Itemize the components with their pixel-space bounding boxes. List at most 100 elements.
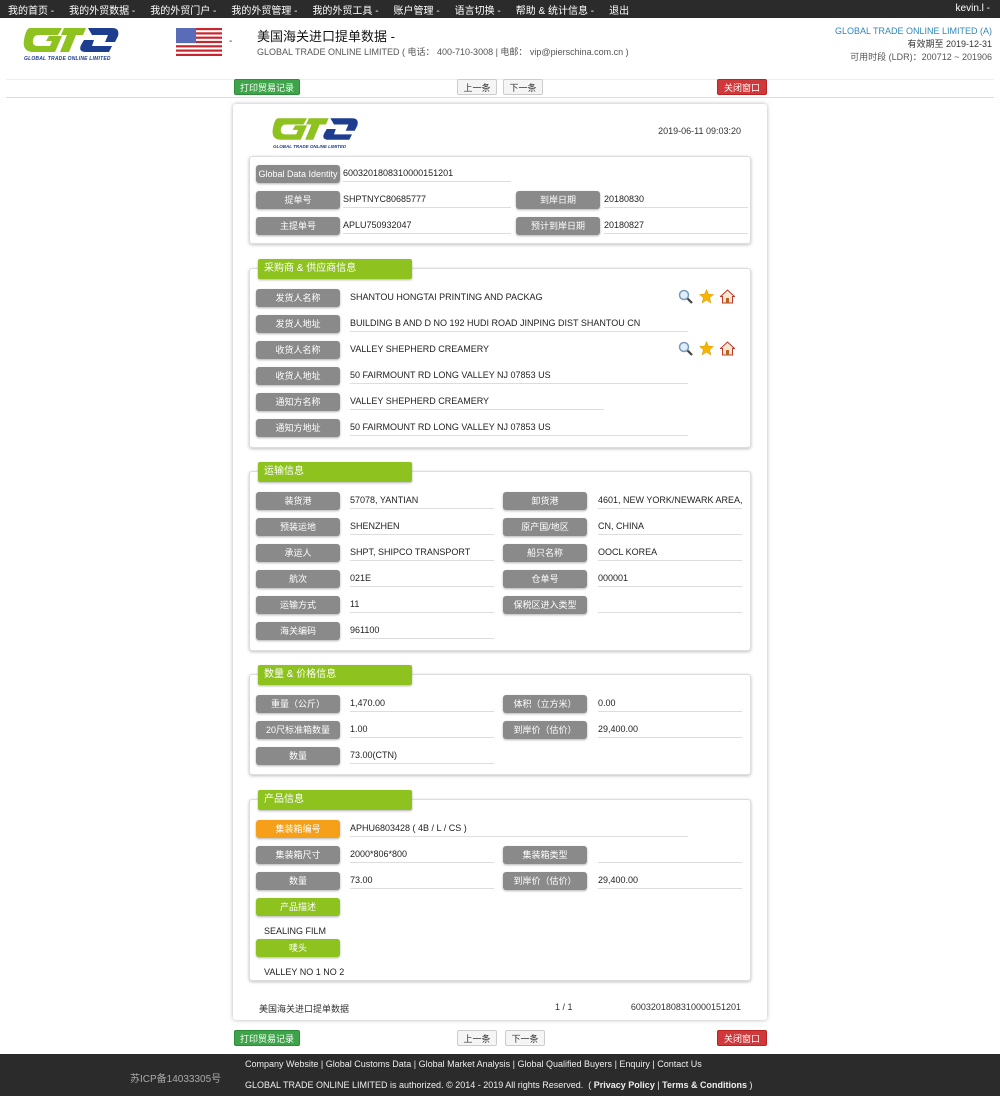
notify-name-label: 通知方名称 <box>256 393 340 411</box>
master-bol-label: 主提单号 <box>256 217 340 235</box>
product-description-label: 产品描述 <box>256 898 340 916</box>
product-qty-label: 数量 <box>256 872 340 890</box>
footer-link-market-analysis[interactable]: Global Market Analysis <box>419 1059 511 1069</box>
copyright: GLOBAL TRADE ONLINE LIMITED is authorize… <box>245 1080 753 1090</box>
terms-link[interactable]: Terms & Conditions <box>662 1080 747 1090</box>
bol-label: 提单号 <box>256 191 340 209</box>
customs-code-label: 海关编码 <box>256 622 340 640</box>
notify-address-value: 50 FAIRMOUNT RD LONG VALLEY NJ 07853 US <box>350 420 688 436</box>
origin-country-label: 原产国/地区 <box>503 518 587 536</box>
container-no-label: 集装箱编号 <box>256 820 340 838</box>
nav-logout[interactable]: 退出 <box>609 2 629 17</box>
cif-value-value: 29,400.00 <box>598 722 742 738</box>
consignee-name-label: 收货人名称 <box>256 341 340 359</box>
bol-value: SHPTNYC80685777 <box>343 192 511 208</box>
carrier-value: SHPT, SHIPCO TRANSPORT <box>350 545 494 561</box>
us-flag-icon[interactable] <box>176 28 222 56</box>
transport-panel: 运输信息 装货港 57078, YANTIAN 预装运地 SHENZHEN 承运… <box>249 462 751 651</box>
doc-logo-text: GLOBAL TRADE ONLINE LIMITED <box>273 144 347 149</box>
weight-label: 重量（公斤） <box>256 695 340 713</box>
nav-trade-data[interactable]: 我的外贸数据 - <box>69 2 135 17</box>
footer-link-customs-data[interactable]: Global Customs Data <box>326 1059 412 1069</box>
bonded-entry-type-value <box>598 597 742 613</box>
user-menu[interactable]: kevin.l - <box>956 3 990 14</box>
search-icon[interactable] <box>678 341 693 356</box>
page-title[interactable]: 美国海关进口提单数据 - <box>257 26 395 45</box>
gdi-label: Global Data Identity <box>256 165 340 183</box>
identity-panel: Global Data Identity 6003201808310000151… <box>249 156 751 244</box>
privacy-policy-link[interactable]: Privacy Policy <box>594 1080 655 1090</box>
gto-logo[interactable]: GLOBAL TRADE ONLINE LIMITED <box>22 24 122 64</box>
bill-of-lading-document: GLOBAL TRADE ONLINE LIMITED 2019-06-11 0… <box>233 104 767 1020</box>
doc-footer-id: 6003201808310000151201 <box>630 1002 741 1012</box>
doc-footer-title: 美国海关进口提单数据 <box>259 1004 350 1014</box>
marks-value: VALLEY NO 1 NO 2 <box>264 967 345 977</box>
consignee-name-value: VALLEY SHEPHERD CREAMERY <box>350 344 490 354</box>
quantity-value: 73.00(CTN) <box>350 748 494 764</box>
discharge-port-label: 卸货港 <box>503 492 587 510</box>
voyage-label: 航次 <box>256 570 340 588</box>
notify-address-label: 通知方地址 <box>256 419 340 437</box>
icp-number: 苏ICP备14033305号 <box>130 1074 222 1085</box>
footer-link-company-website[interactable]: Company Website <box>245 1059 318 1069</box>
nav-home[interactable]: 我的首页 - <box>8 2 54 17</box>
copyright-text: GLOBAL TRADE ONLINE LIMITED is authorize… <box>245 1080 584 1090</box>
company-contact: GLOBAL TRADE ONLINE LIMITED ( 电话： 400-71… <box>257 47 629 57</box>
home-icon[interactable] <box>719 341 736 356</box>
parties-section-tab: 采购商 & 供应商信息 <box>258 259 412 279</box>
next-record-button-bottom[interactable]: 下一条 <box>505 1030 545 1046</box>
print-record-button-bottom[interactable]: 打印贸易记录 <box>234 1030 300 1046</box>
carrier-label: 承运人 <box>256 544 340 562</box>
shipper-address-label: 发货人地址 <box>256 315 340 333</box>
header: GLOBAL TRADE ONLINE LIMITED - 美国海关进口提单数据… <box>6 18 994 80</box>
star-icon[interactable] <box>698 288 715 304</box>
prev-record-button-bottom[interactable]: 上一条 <box>457 1030 497 1046</box>
nav-trade-portal[interactable]: 我的外贸门户 - <box>150 2 216 17</box>
voyage-value: 021E <box>350 571 494 587</box>
nav-trade-management[interactable]: 我的外贸管理 - <box>231 2 297 17</box>
footer-link-enquiry[interactable]: Enquiry <box>619 1059 650 1069</box>
product-price-label: 到岸价（估价） <box>503 872 587 890</box>
volume-value: 0.00 <box>598 696 742 712</box>
loading-port-label: 装货港 <box>256 492 340 510</box>
teu-label: 20尺标准箱数量 <box>256 721 340 739</box>
nav-account[interactable]: 账户管理 - <box>394 2 440 17</box>
footer-link-qualified-buyers[interactable]: Global Qualified Buyers <box>518 1059 613 1069</box>
divider <box>6 97 994 98</box>
product-qty-value: 73.00 <box>350 873 494 889</box>
pre-carriage-value: SHENZHEN <box>350 519 494 535</box>
logo-text: GLOBAL TRADE ONLINE LIMITED <box>24 56 111 62</box>
doc-page-indicator: 1 / 1 <box>555 1002 573 1012</box>
close-window-button-bottom[interactable]: 关闭窗口 <box>717 1030 767 1046</box>
arrival-date-value: 20180830 <box>604 192 748 208</box>
shipper-name-value: SHANTOU HONGTAI PRINTING AND PACKAG <box>350 292 543 302</box>
close-window-button[interactable]: 关闭窗口 <box>717 79 767 95</box>
pre-carriage-label: 预装运地 <box>256 518 340 536</box>
footer-link-contact-us[interactable]: Contact Us <box>657 1059 702 1069</box>
vessel-name-label: 船只名称 <box>503 544 587 562</box>
container-type-label: 集装箱类型 <box>503 846 587 864</box>
search-icon[interactable] <box>678 289 693 304</box>
nav-language[interactable]: 语言切换 - <box>455 2 501 17</box>
ldr-range: 可用时段 (LDR)：200712 ~ 201906 <box>850 52 992 62</box>
product-section-tab: 产品信息 <box>258 790 412 810</box>
quantity-section-tab: 数量 & 价格信息 <box>258 665 412 685</box>
nav-help-stats[interactable]: 帮助 & 统计信息 - <box>516 2 594 17</box>
star-icon[interactable] <box>698 340 715 356</box>
next-record-button[interactable]: 下一条 <box>503 79 543 95</box>
loading-port-value: 57078, YANTIAN <box>350 493 494 509</box>
company-name: GLOBAL TRADE ONLINE LIMITED (A) <box>834 26 992 36</box>
home-icon[interactable] <box>719 289 736 304</box>
nav-trade-tools[interactable]: 我的外贸工具 - <box>312 2 378 17</box>
print-record-button[interactable]: 打印贸易记录 <box>234 79 300 95</box>
top-nav: 我的首页 - 我的外贸数据 - 我的外贸门户 - 我的外贸管理 - 我的外贸工具… <box>0 0 1000 18</box>
est-arrival-value: 20180827 <box>604 218 748 234</box>
country-dropdown-caret[interactable]: - <box>229 36 232 47</box>
manifest-no-label: 仓单号 <box>503 570 587 588</box>
prev-record-button[interactable]: 上一条 <box>457 79 497 95</box>
transport-section-tab: 运输信息 <box>258 462 412 482</box>
teu-value: 1.00 <box>350 722 494 738</box>
transport-mode-value: 11 <box>350 597 494 613</box>
product-description-value: SEALING FILM <box>264 926 327 936</box>
container-type-value <box>598 847 742 863</box>
